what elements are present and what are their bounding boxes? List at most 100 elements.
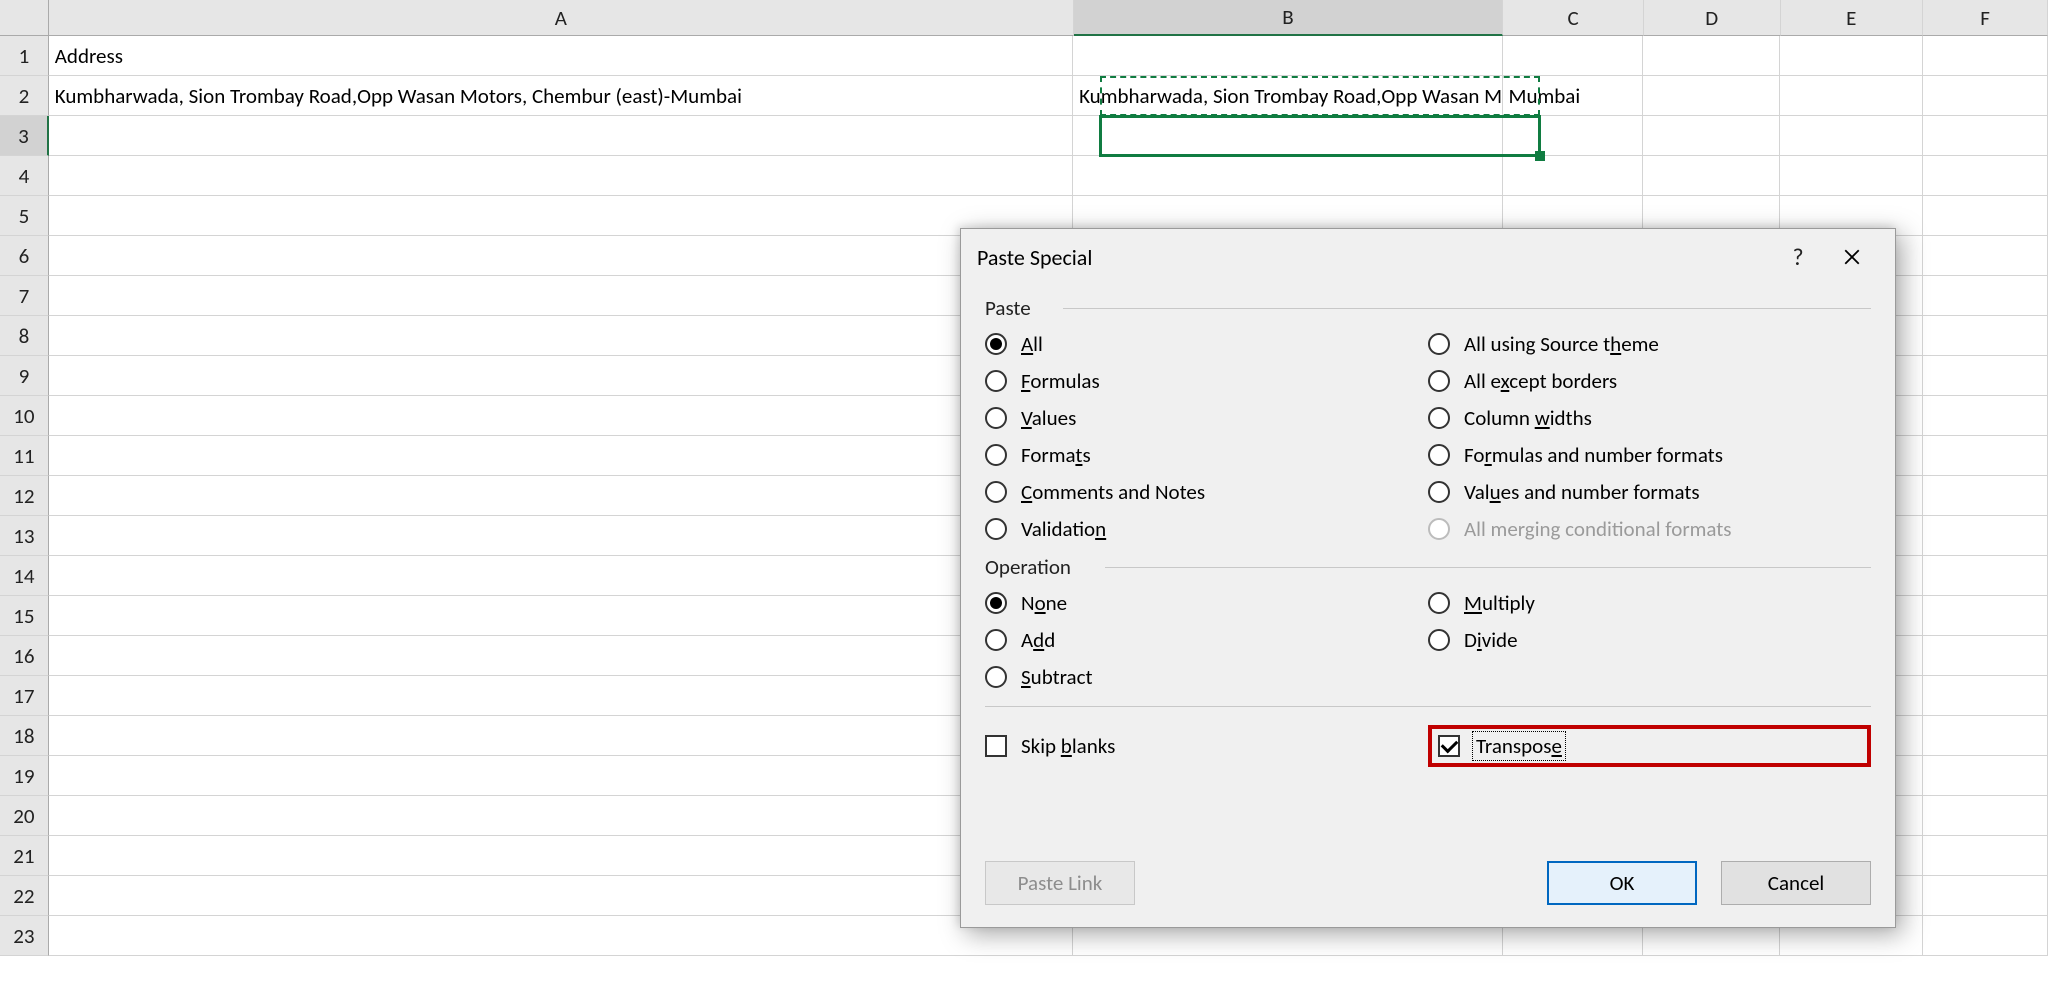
row-header[interactable]: 16 <box>0 636 49 676</box>
row-header[interactable]: 22 <box>0 876 49 916</box>
cell[interactable] <box>49 396 1073 436</box>
cell[interactable] <box>1923 436 2048 476</box>
cell[interactable] <box>49 116 1073 156</box>
cell[interactable] <box>49 276 1073 316</box>
cell[interactable] <box>1643 76 1780 116</box>
cell[interactable] <box>1923 796 2048 836</box>
cell[interactable] <box>1923 756 2048 796</box>
cell[interactable] <box>1780 36 1923 76</box>
select-all-corner[interactable] <box>0 0 49 36</box>
cell[interactable] <box>49 156 1073 196</box>
column-header[interactable]: D <box>1644 0 1781 36</box>
cell[interactable] <box>1923 196 2048 236</box>
cell[interactable] <box>1923 156 2048 196</box>
cell[interactable] <box>1643 36 1780 76</box>
cell[interactable] <box>49 716 1073 756</box>
cell[interactable] <box>1503 156 1644 196</box>
row-header[interactable]: 9 <box>0 356 49 396</box>
row-header[interactable]: 5 <box>0 196 49 236</box>
row-header[interactable]: 13 <box>0 516 49 556</box>
paste-except-borders-radio[interactable]: All except borders <box>1428 368 1871 394</box>
operation-subtract-radio[interactable]: Subtract <box>985 664 1428 690</box>
help-button[interactable]: ? <box>1771 229 1825 285</box>
cell[interactable] <box>1923 716 2048 756</box>
row-header[interactable]: 6 <box>0 236 49 276</box>
paste-fmla-num-radio[interactable]: Formulas and number formats <box>1428 442 1871 468</box>
ok-button[interactable]: OK <box>1547 861 1697 905</box>
row-header[interactable]: 17 <box>0 676 49 716</box>
cell[interactable] <box>1923 516 2048 556</box>
cell[interactable]: Mumbai <box>1503 76 1644 116</box>
row-header[interactable]: 3 <box>0 116 49 156</box>
row-header[interactable]: 21 <box>0 836 49 876</box>
row-header[interactable]: 10 <box>0 396 49 436</box>
paste-comments-radio[interactable]: Comments and Notes <box>985 479 1428 505</box>
cell[interactable] <box>49 476 1073 516</box>
cell[interactable] <box>1780 156 1923 196</box>
column-header[interactable]: B <box>1074 0 1504 36</box>
cell[interactable] <box>1923 836 2048 876</box>
row-header[interactable]: 23 <box>0 916 49 956</box>
cell[interactable] <box>49 436 1073 476</box>
row-header[interactable]: 18 <box>0 716 49 756</box>
row-header[interactable]: 12 <box>0 476 49 516</box>
cell[interactable] <box>1923 916 2048 956</box>
cell[interactable] <box>1503 116 1644 156</box>
fill-handle[interactable] <box>1535 151 1545 161</box>
cell[interactable] <box>1073 116 1502 156</box>
column-header[interactable]: F <box>1923 0 2048 36</box>
cell[interactable] <box>49 236 1073 276</box>
cell[interactable]: Address <box>49 36 1073 76</box>
row-header[interactable]: 15 <box>0 596 49 636</box>
cell[interactable] <box>1923 596 2048 636</box>
cell[interactable] <box>1923 36 2048 76</box>
column-header[interactable]: C <box>1503 0 1644 36</box>
close-button[interactable] <box>1825 229 1879 285</box>
cell[interactable] <box>49 556 1073 596</box>
row-header[interactable]: 1 <box>0 36 49 76</box>
column-header[interactable]: A <box>49 0 1074 36</box>
paste-validation-radio[interactable]: Validation <box>985 516 1428 542</box>
cell[interactable] <box>1923 556 2048 596</box>
cell[interactable] <box>1780 116 1923 156</box>
skip-blanks-checkbox[interactable]: Skip blanks <box>985 733 1428 759</box>
cell[interactable] <box>1923 476 2048 516</box>
cell[interactable] <box>49 196 1073 236</box>
operation-multiply-radio[interactable]: Multiply <box>1428 590 1871 616</box>
cell[interactable]: Kumbharwada, Sion Trombay Road,Opp Wasan… <box>1073 76 1502 116</box>
cell[interactable] <box>1643 116 1780 156</box>
row-header[interactable]: 14 <box>0 556 49 596</box>
cell[interactable] <box>1073 36 1502 76</box>
row-header[interactable]: 11 <box>0 436 49 476</box>
paste-col-widths-radio[interactable]: Column widths <box>1428 405 1871 431</box>
paste-all-radio[interactable]: All <box>985 331 1428 357</box>
cell[interactable] <box>49 876 1073 916</box>
cell[interactable] <box>1923 236 2048 276</box>
cell[interactable] <box>49 676 1073 716</box>
row-header[interactable]: 2 <box>0 76 49 116</box>
cell[interactable] <box>1780 76 1923 116</box>
cell[interactable] <box>1923 396 2048 436</box>
row-header[interactable]: 20 <box>0 796 49 836</box>
row-header[interactable]: 8 <box>0 316 49 356</box>
column-header[interactable]: E <box>1781 0 1924 36</box>
cell[interactable] <box>49 516 1073 556</box>
operation-add-radio[interactable]: Add <box>985 627 1428 653</box>
row-header[interactable]: 7 <box>0 276 49 316</box>
cell[interactable] <box>1643 156 1780 196</box>
cell[interactable] <box>1923 876 2048 916</box>
cancel-button[interactable]: Cancel <box>1721 861 1871 905</box>
cell[interactable] <box>49 596 1073 636</box>
cell[interactable] <box>1923 356 2048 396</box>
cell[interactable] <box>49 916 1073 956</box>
cell[interactable] <box>1073 156 1502 196</box>
cell[interactable] <box>49 756 1073 796</box>
paste-formats-radio[interactable]: Formats <box>985 442 1428 468</box>
paste-values-radio[interactable]: Values <box>985 405 1428 431</box>
row-header[interactable]: 19 <box>0 756 49 796</box>
cell[interactable] <box>1923 116 2048 156</box>
row-header[interactable]: 4 <box>0 156 49 196</box>
paste-val-num-radio[interactable]: Values and number formats <box>1428 479 1871 505</box>
cell[interactable]: Kumbharwada, Sion Trombay Road,Opp Wasan… <box>49 76 1073 116</box>
operation-none-radio[interactable]: None <box>985 590 1428 616</box>
